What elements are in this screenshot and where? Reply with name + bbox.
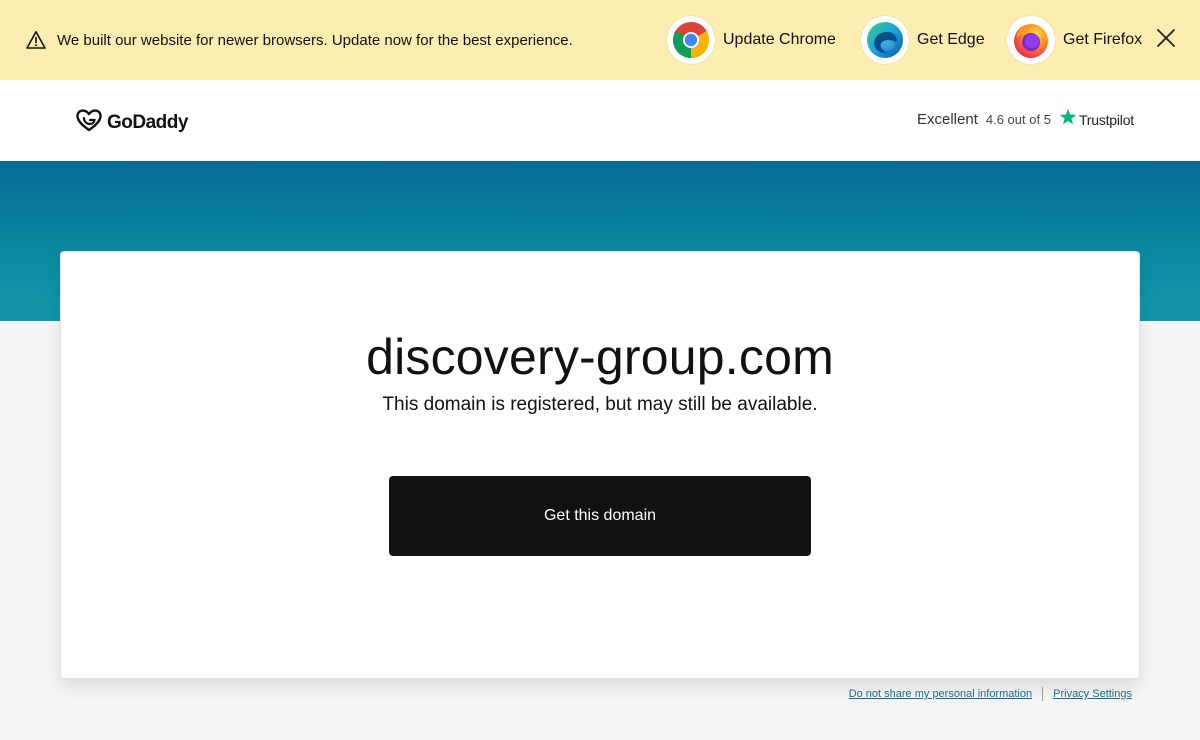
domain-status: This domain is registered, but may still… (382, 394, 818, 415)
footer-divider (1042, 687, 1044, 701)
domain-card (60, 251, 1140, 679)
browser-update-banner: We built our website for newer browsers.… (0, 0, 1200, 80)
footer-links: Do not share my personal information Pri… (849, 687, 1132, 701)
update-chrome-link[interactable]: Update Chrome (667, 16, 836, 64)
edge-icon (861, 16, 909, 64)
update-chrome-label: Update Chrome (723, 31, 836, 48)
close-banner-icon[interactable] (1155, 27, 1177, 49)
get-this-domain-button[interactable]: Get this domain (389, 476, 811, 556)
godaddy-wordmark: GoDaddy (107, 111, 188, 133)
trustpilot-star-icon (1059, 108, 1077, 131)
get-firefox-link[interactable]: Get Firefox (1007, 16, 1142, 64)
warning-icon (26, 30, 46, 50)
get-edge-label: Get Edge (917, 31, 985, 48)
godaddy-heart-icon (75, 108, 103, 137)
firefox-icon (1007, 16, 1055, 64)
trustpilot-rating-word: Excellent (917, 111, 978, 128)
get-edge-link[interactable]: Get Edge (861, 16, 985, 64)
banner-message: We built our website for newer browsers.… (57, 32, 573, 49)
trustpilot-brand: Trustpilot (1078, 111, 1134, 128)
get-firefox-label: Get Firefox (1063, 31, 1143, 48)
privacy-settings-link[interactable]: Privacy Settings (1053, 688, 1132, 700)
trustpilot-score: 4.6 out of 5 (985, 112, 1051, 127)
chrome-icon (667, 16, 715, 64)
godaddy-logo[interactable]: GoDaddy (75, 108, 188, 137)
domain-name: discovery-group.com (366, 329, 834, 385)
trustpilot-rating[interactable]: Excellent 4.6 out of 5 Trustpilot (917, 108, 1134, 131)
do-not-share-link[interactable]: Do not share my personal information (849, 688, 1032, 700)
